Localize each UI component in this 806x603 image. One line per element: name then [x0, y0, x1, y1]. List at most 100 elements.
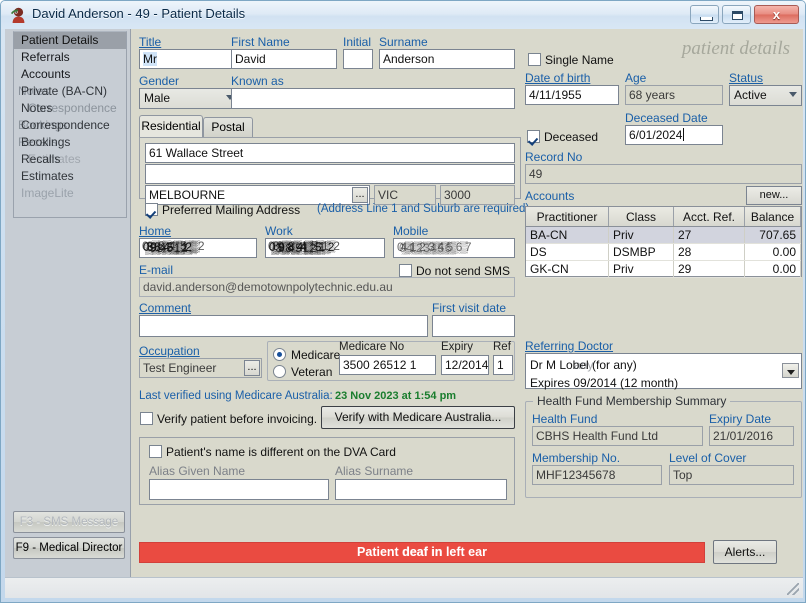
checkbox-box [140, 412, 153, 425]
sidebar-nav-list: Patient Details Referrals Accounts Notes… [13, 31, 127, 218]
alias-surname-input[interactable] [335, 479, 507, 500]
suburb-browse-button[interactable]: ... [352, 187, 368, 203]
column-class: Class [609, 207, 674, 227]
level-of-cover-label: Level of Cover [669, 451, 746, 465]
title-input[interactable]: Mr [139, 49, 239, 69]
sidebar-item-correspondence[interactable]: Bookings Correspondence [14, 117, 126, 134]
checkbox-box [527, 130, 540, 143]
deceased-checkbox[interactable]: Deceased [527, 130, 598, 144]
suburb-input[interactable]: MELBOURNE [145, 185, 370, 205]
cell-class: Priv [609, 227, 674, 244]
sms-message-button[interactable]: F3 - SMS Message [13, 511, 125, 533]
column-balance: Balance [745, 207, 801, 227]
cell-acct-ref: 28 [674, 244, 745, 261]
status-value: Active [734, 88, 767, 102]
single-name-checkbox[interactable]: Single Name [528, 53, 614, 67]
last-verified-label: Last verified using Medicare Australia: [139, 390, 333, 402]
address-line2-input[interactable] [145, 164, 515, 184]
verify-before-invoicing-checkbox[interactable]: Verify patient before invoicing. [140, 412, 317, 426]
referring-doctor-ghost: any [574, 356, 593, 375]
cell-class: DSMBP [609, 244, 674, 261]
sidebar-item-imagelite[interactable]: ImageLite [14, 185, 126, 202]
checkbox-box [145, 203, 158, 216]
veteran-radio[interactable]: Veteran [273, 365, 332, 379]
referring-doctor-label: Referring Doctor [525, 339, 613, 353]
sidebar-item-accounts[interactable]: Accounts [14, 66, 126, 83]
status-select[interactable]: Active [729, 85, 802, 106]
resize-grip[interactable] [787, 583, 799, 595]
column-acct-ref: Acct. Ref. [674, 207, 745, 227]
sidebar-item-referrals[interactable]: Referrals [14, 49, 126, 66]
mobile-phone-input[interactable]: 04▒1▒2▒3▒4▒5▒6▒7 0▒41▒2▒3▒4▒5▒6▒ [393, 238, 515, 258]
sidebar-item-estimates[interactable]: Estimates [14, 168, 126, 185]
email-label: E-mail [139, 263, 173, 277]
deceased-label: Deceased [544, 130, 598, 144]
main-content: patient details Title Mr First Name Davi… [131, 29, 803, 596]
address-line1-input[interactable]: 61 Wallace Street [145, 143, 515, 163]
membership-no-field: MHF12345678 [532, 465, 662, 485]
level-of-cover-field: Top [669, 465, 794, 485]
known-as-input[interactable] [231, 88, 515, 109]
sidebar-item-label: Private (BA-CN) [21, 83, 107, 100]
checkbox-box [399, 264, 412, 277]
medicare-no-input[interactable]: 3500 26512 1 [339, 355, 436, 375]
home-phone-input[interactable]: 0398▒45▒▒12▒ ▒9▒84▒5▒1▒2▒ 03▒8▒4▒5▒▒2 [139, 238, 257, 258]
record-no-label: Record No [525, 150, 582, 164]
comment-input[interactable] [139, 315, 428, 337]
cell-practitioner: DS [526, 244, 609, 261]
cell-acct-ref: 27 [674, 227, 745, 244]
age-label: Age [625, 71, 646, 85]
tab-residential[interactable]: Residential [139, 115, 203, 137]
accounts-table[interactable]: Practitioner Class Acct. Ref. Balance BA… [525, 206, 802, 277]
health-fund-label: Health Fund [532, 412, 597, 426]
work-phone-input[interactable]: 0▒9▒8▒44▒▒51▒2 ▒39▒84▒5▒1▒2▒▒ 039▒8▒4▒5▒… [265, 238, 385, 258]
minimize-button[interactable] [690, 5, 719, 24]
sidebar-item-patient-details[interactable]: Patient Details [14, 32, 126, 49]
cell-class: Priv [609, 261, 674, 278]
patient-icon [10, 7, 27, 24]
first-visit-date-input[interactable] [432, 315, 515, 337]
medicare-radio[interactable]: Medicare [273, 348, 340, 362]
sidebar-item-private[interactable]: Notes Private (BA-CN) [14, 83, 126, 100]
tab-postal[interactable]: Postal [203, 117, 253, 137]
medicare-ref-input[interactable]: 1 [493, 355, 513, 375]
state-input[interactable]: VIC [374, 185, 436, 205]
sidebar-item-bookings[interactable]: Recalls Bookings [14, 134, 126, 151]
verify-with-medicare-button[interactable]: Verify with Medicare Australia... [321, 406, 515, 429]
dva-name-different-checkbox[interactable]: Patient's name is different on the DVA C… [149, 445, 396, 459]
alias-given-name-input[interactable] [149, 479, 329, 500]
first-name-input[interactable]: David [231, 49, 337, 69]
table-row[interactable]: DS DSMBP 28 0.00 [526, 244, 801, 261]
referring-doctor-select[interactable]: any Dr M Lobel (for any) Expires 09/2014… [525, 353, 802, 389]
initial-input[interactable] [343, 49, 373, 69]
occupation-browse-button[interactable]: ... [244, 360, 260, 376]
email-input[interactable]: david.anderson@demotownpolytechnic.edu.a… [139, 277, 515, 297]
dva-panel: Patient's name is different on the DVA C… [139, 437, 515, 505]
deceased-date-input[interactable]: 6/01/2024 [625, 125, 723, 145]
surname-input[interactable]: Anderson [379, 49, 515, 69]
gender-select[interactable]: Male [139, 88, 239, 109]
do-not-send-sms-checkbox[interactable]: Do not send SMS [399, 264, 510, 278]
sidebar-item-recalls[interactable]: Estimates Recalls [14, 151, 126, 168]
dob-input[interactable]: 4/11/1955 [525, 85, 619, 105]
sidebar-item-label: Patient Details [21, 33, 98, 47]
new-account-button[interactable]: new... [746, 186, 802, 205]
chevron-down-icon[interactable] [782, 363, 799, 378]
alerts-button[interactable]: Alerts... [713, 540, 777, 564]
sidebar-item-notes[interactable]: Correspondence Notes [14, 100, 126, 117]
medicare-expiry-input[interactable]: 12/2014 [441, 355, 489, 375]
radio-button [273, 348, 286, 361]
maximize-button[interactable] [722, 5, 751, 24]
medical-director-button[interactable]: F9 - Medical Director [13, 537, 125, 559]
preferred-mailing-checkbox[interactable]: Preferred Mailing Address [145, 203, 300, 217]
alert-text: Patient deaf in left ear [357, 545, 487, 559]
cell-balance: 707.65 [745, 227, 801, 244]
sidebar: Patient Details Referrals Accounts Notes… [5, 29, 131, 596]
table-row[interactable]: GK-CN Priv 29 0.00 [526, 261, 801, 278]
veteran-radio-label: Veteran [291, 365, 332, 379]
table-row[interactable]: BA-CN Priv 27 707.65 [526, 227, 801, 244]
close-button[interactable]: x [754, 5, 799, 24]
postcode-input[interactable]: 3000 [440, 185, 515, 205]
single-name-label: Single Name [545, 53, 614, 67]
sidebar-item-label: Referrals [21, 50, 70, 64]
